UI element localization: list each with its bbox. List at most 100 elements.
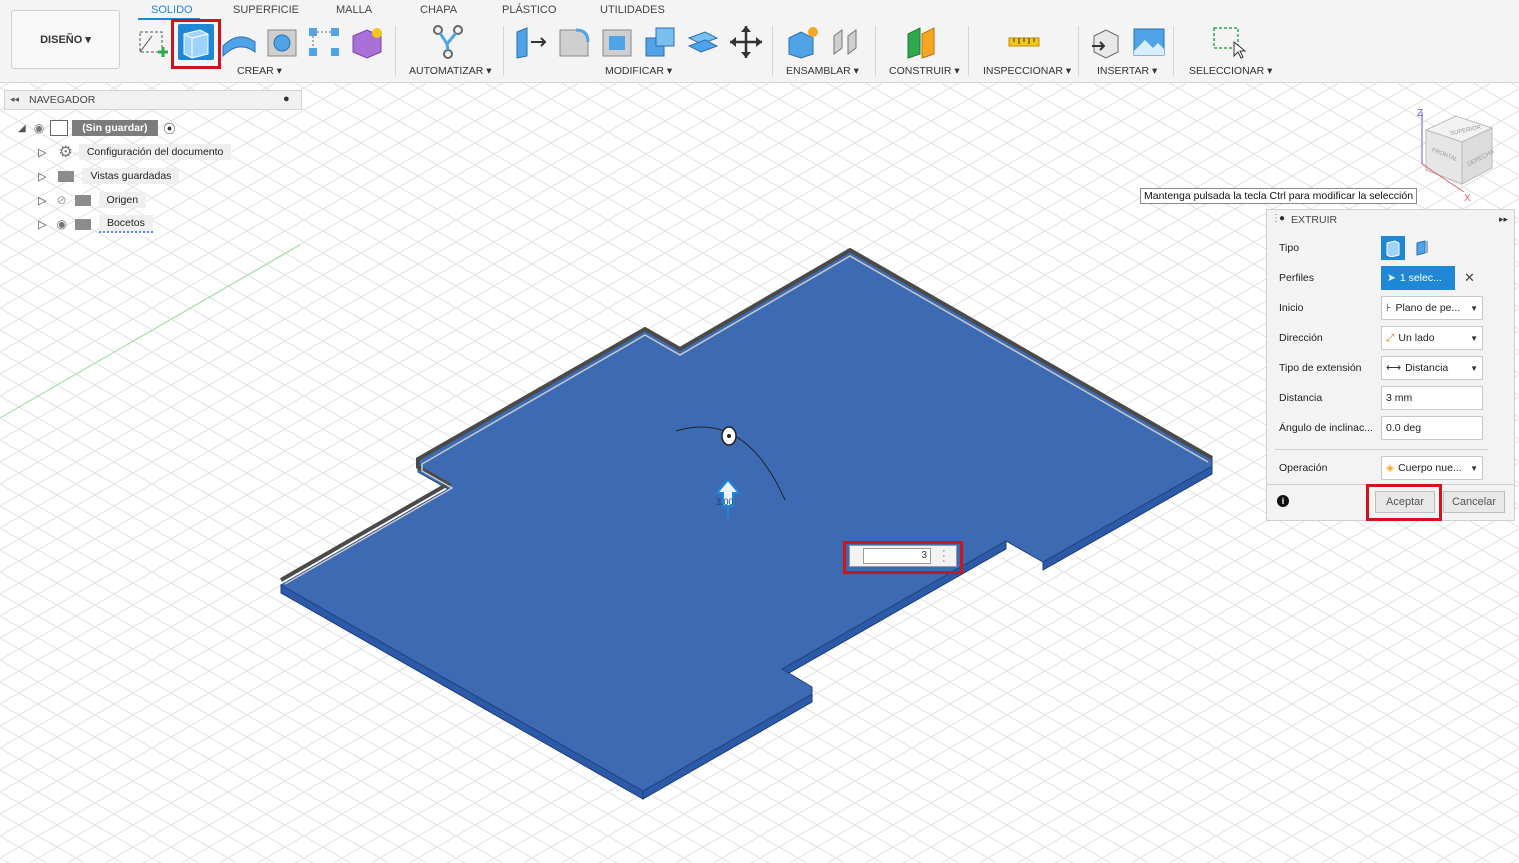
pattern-icon[interactable]	[306, 24, 342, 60]
eye-icon[interactable]: ◉	[56, 217, 66, 231]
group-inspeccionar[interactable]: INSPECCIONAR ▾	[983, 65, 1071, 77]
operation-dropdown[interactable]: ◈ Cuerpo nue... ▼	[1381, 456, 1483, 480]
insert-canvas-icon[interactable]	[1131, 24, 1167, 60]
dialog-expand-icon[interactable]: ▸▸	[1499, 214, 1508, 225]
revolve-icon[interactable]	[221, 24, 257, 60]
dialog-collapse-icon[interactable]: ●	[1279, 213, 1285, 224]
profiles-selection-value: 1 selec...	[1399, 272, 1442, 284]
create-sketch-icon[interactable]	[134, 24, 170, 60]
tab-utilidades[interactable]: UTILIDADES	[600, 4, 665, 16]
label-direccion: Dirección	[1279, 332, 1323, 344]
tab-solido[interactable]: SOLIDO	[151, 4, 193, 16]
highlight-extrude-tool	[171, 19, 221, 69]
expand-triangle-icon[interactable]: ▷	[38, 194, 46, 207]
chevron-down-icon: ▼	[1470, 364, 1478, 373]
manipulator-value: 3.00	[716, 497, 734, 507]
distance-icon: ⟷	[1386, 362, 1402, 374]
folder-icon	[74, 218, 91, 230]
new-component-icon[interactable]	[785, 24, 821, 60]
taper-angle-field[interactable]: 0.0 deg	[1381, 416, 1483, 440]
tab-superficie[interactable]: SUPERFICIE	[233, 4, 299, 16]
expand-triangle-icon[interactable]: ▷	[38, 146, 46, 159]
tree-item-saved-views[interactable]: ▷ Vistas guardadas	[38, 167, 180, 185]
offset-plane-icon[interactable]	[904, 24, 940, 60]
move-icon[interactable]	[728, 24, 764, 60]
collapse-browser-icon[interactable]: ◂◂	[10, 94, 19, 105]
create-form-icon[interactable]	[349, 24, 385, 60]
label-operacion: Operación	[1279, 462, 1328, 474]
measure-icon[interactable]	[1006, 24, 1042, 60]
combine-icon[interactable]	[642, 24, 678, 60]
ctrl-selection-tooltip: Mantenga pulsada la tecla Ctrl para modi…	[1140, 188, 1418, 204]
offset-face-icon[interactable]	[685, 24, 721, 60]
dialog-header[interactable]: ⋮ ● EXTRUIR ▸▸	[1267, 210, 1514, 230]
fillet-icon[interactable]	[556, 24, 592, 60]
document-icon	[50, 120, 69, 136]
hole-icon[interactable]	[264, 24, 300, 60]
group-seleccionar[interactable]: SELECCIONAR ▾	[1189, 65, 1272, 77]
label-tipo: Tipo	[1279, 242, 1300, 254]
direction-dropdown[interactable]: ⤢ Un lado ▼	[1381, 326, 1483, 350]
select-window-icon[interactable]	[1210, 24, 1247, 60]
expand-triangle-icon[interactable]: ▷	[38, 218, 46, 231]
expand-triangle-icon[interactable]: ▷	[38, 170, 46, 183]
joint-icon[interactable]	[828, 24, 864, 60]
extent-type-dropdown[interactable]: ⟷ Distancia ▼	[1381, 356, 1483, 380]
eye-hidden-icon[interactable]: ⊘	[56, 193, 66, 207]
profiles-selection-button[interactable]: ➤ 1 selec...	[1381, 266, 1455, 290]
type-solid-button[interactable]	[1381, 236, 1405, 260]
label-angulo: Ángulo de inclinac...	[1279, 422, 1373, 434]
start-dropdown[interactable]: ⊦ Plano de pe... ▼	[1381, 296, 1483, 320]
group-insertar[interactable]: INSERTAR ▾	[1097, 65, 1157, 77]
divider	[1078, 26, 1079, 76]
dialog-title: EXTRUIR	[1291, 214, 1338, 226]
tree-item-document-settings[interactable]: ▷ ⚙ Configuración del documento	[38, 143, 232, 161]
tree-item-sketches[interactable]: ▷ ◉ Bocetos	[38, 215, 153, 233]
tree-item-origin[interactable]: ▷ ⊘ Origen	[38, 191, 147, 209]
tab-malla[interactable]: MALLA	[336, 4, 372, 16]
one-side-icon: ⤢	[1386, 331, 1395, 344]
activate-radio-icon[interactable]: ⦿	[164, 120, 176, 137]
divider	[875, 26, 876, 76]
viewcube[interactable]: SUPERIOR FRONTAL DERECHA Z X	[1408, 104, 1508, 204]
ribbon-toolbar: DISEÑO ▾ SOLIDO SUPERFICIE MALLA CHAPA P…	[0, 0, 1519, 83]
tree-item-label: Configuración del documento	[78, 144, 232, 160]
distance-field[interactable]: 3 mm	[1381, 386, 1483, 410]
insert-derive-icon[interactable]	[1088, 24, 1124, 60]
start-dropdown-value: Plano de pe...	[1395, 302, 1461, 314]
group-construir[interactable]: CONSTRUIR ▾	[889, 65, 960, 77]
highlight-distance-input	[843, 541, 963, 574]
divider	[1275, 449, 1488, 450]
type-surface-button[interactable]	[1411, 236, 1435, 260]
tab-plastico[interactable]: PLÁSTICO	[502, 4, 556, 16]
collapse-triangle-icon[interactable]: ◢	[18, 123, 26, 134]
browser-title: NAVEGADOR	[29, 94, 96, 106]
profile-plane-icon: ⊦	[1386, 302, 1392, 314]
tree-root-document[interactable]: ◢ ◉ (Sin guardar) ⦿	[18, 119, 176, 137]
clear-selection-icon[interactable]: ✕	[1464, 270, 1475, 286]
eye-icon[interactable]: ◉	[34, 121, 44, 135]
z-axis-label: Z	[1417, 108, 1423, 119]
chevron-down-icon: ▼	[1470, 334, 1478, 343]
x-axis-label: X	[1464, 193, 1471, 204]
document-name[interactable]: (Sin guardar)	[72, 120, 158, 136]
group-crear[interactable]: CREAR ▾	[237, 65, 282, 77]
cancel-button[interactable]: Cancelar	[1443, 491, 1505, 513]
press-pull-icon[interactable]	[513, 24, 549, 60]
info-icon[interactable]: i	[1277, 495, 1289, 507]
cursor-arrow-icon: ➤	[1387, 272, 1396, 284]
group-ensamblar[interactable]: ENSAMBLAR ▾	[786, 65, 859, 77]
operation-dropdown-value: Cuerpo nue...	[1398, 462, 1462, 474]
shell-icon[interactable]	[599, 24, 635, 60]
tab-chapa[interactable]: CHAPA	[420, 4, 457, 16]
divider	[968, 26, 969, 76]
group-modificar[interactable]: MODIFICAR ▾	[605, 65, 672, 77]
browser-panel-header[interactable]: ◂◂ NAVEGADOR ●	[4, 90, 302, 110]
browser-minimize-icon[interactable]: ●	[283, 93, 290, 105]
divider	[772, 26, 773, 76]
group-automatizar[interactable]: AUTOMATIZAR ▾	[409, 65, 491, 77]
folder-icon	[74, 194, 91, 206]
workspace-design-button[interactable]: DISEÑO ▾	[11, 10, 120, 69]
label-tipo-extension: Tipo de extensión	[1279, 362, 1362, 374]
automate-icon[interactable]	[430, 24, 466, 60]
